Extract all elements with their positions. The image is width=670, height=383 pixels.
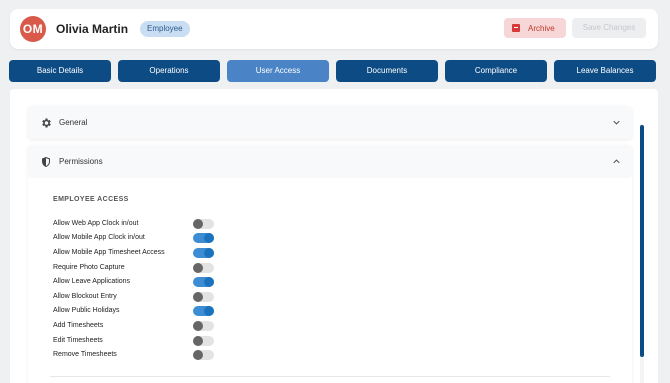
employee-name: Olivia Martin	[56, 22, 129, 36]
employee-access-heading: EMPLOYEE ACCESS	[53, 196, 129, 203]
permission-row: Edit Timesheets	[53, 336, 223, 348]
chevron-up-icon	[613, 159, 620, 164]
toggle-knob	[204, 233, 214, 243]
archive-icon	[512, 24, 520, 32]
save-changes-button[interactable]: Save Changes	[572, 18, 646, 38]
shield-icon	[42, 157, 50, 167]
user-access-panel: General Permissions EMPLOYEE ACCESS Allo…	[10, 89, 658, 383]
permission-label: Allow Web App Clock in/out	[53, 220, 139, 227]
permission-row: Add Timesheets	[53, 321, 223, 333]
permission-label: Allow Mobile App Timesheet Access	[53, 249, 165, 256]
permission-label: Allow Public Holidays	[53, 307, 120, 314]
permission-toggle[interactable]	[193, 219, 214, 229]
permission-toggle[interactable]	[193, 306, 214, 316]
permission-row: Allow Blockout Entry	[53, 292, 223, 304]
permission-label: Remove Timesheets	[53, 351, 117, 358]
tab-documents[interactable]: Documents	[336, 60, 438, 82]
toggle-knob	[193, 219, 203, 229]
scrollbar-thumb[interactable]	[640, 125, 644, 357]
permission-label: Edit Timesheets	[53, 337, 103, 344]
general-section-header[interactable]: General	[28, 106, 632, 139]
general-section-title: General	[59, 118, 88, 127]
archive-button[interactable]: Archive	[504, 18, 566, 38]
permission-label: Allow Mobile App Clock in/out	[53, 234, 145, 241]
tab-user-access[interactable]: User Access	[227, 60, 329, 82]
permission-toggle[interactable]	[193, 263, 214, 273]
toggle-knob	[193, 321, 203, 331]
gear-icon	[42, 118, 51, 128]
tab-operations[interactable]: Operations	[118, 60, 220, 82]
permission-toggle[interactable]	[193, 233, 214, 243]
permissions-section: Permissions EMPLOYEE ACCESS Allow Web Ap…	[28, 145, 632, 383]
permission-toggle[interactable]	[193, 292, 214, 302]
chevron-down-icon	[613, 120, 620, 125]
toggle-knob	[204, 277, 214, 287]
toggle-knob	[193, 292, 203, 302]
permission-row: Remove Timesheets	[53, 350, 223, 362]
toggle-knob	[193, 336, 203, 346]
permission-toggle[interactable]	[193, 248, 214, 258]
permission-row: Allow Public Holidays	[53, 306, 223, 318]
toggle-knob	[193, 263, 203, 273]
tab-leave-balances[interactable]: Leave Balances	[554, 60, 656, 82]
tab-compliance[interactable]: Compliance	[445, 60, 547, 82]
employee-header: OM Olivia Martin Employee Archive Save C…	[10, 9, 658, 49]
permission-label: Require Photo Capture	[53, 264, 125, 271]
avatar: OM	[20, 16, 46, 42]
role-badge: Employee	[140, 21, 190, 37]
permission-label: Allow Leave Applications	[53, 278, 131, 285]
toggle-knob	[204, 306, 214, 316]
permission-toggle[interactable]	[193, 321, 214, 331]
permission-row: Allow Web App Clock in/out	[53, 219, 223, 231]
tab-bar: Basic Details Operations User Access Doc…	[9, 60, 659, 82]
toggle-knob	[204, 248, 214, 258]
permission-row: Allow Mobile App Timesheet Access	[53, 248, 223, 260]
archive-label: Archive	[528, 23, 555, 33]
section-divider	[50, 376, 610, 377]
permission-row: Allow Leave Applications	[53, 277, 223, 289]
permissions-section-header[interactable]: Permissions	[28, 145, 632, 178]
permission-label: Allow Blockout Entry	[53, 293, 117, 300]
tab-basic-details[interactable]: Basic Details	[9, 60, 111, 82]
permission-toggle[interactable]	[193, 277, 214, 287]
permissions-section-title: Permissions	[59, 157, 103, 166]
permission-row: Allow Mobile App Clock in/out	[53, 233, 223, 245]
toggle-knob	[193, 350, 203, 360]
permission-row: Require Photo Capture	[53, 263, 223, 275]
permission-toggle[interactable]	[193, 350, 214, 360]
general-section: General	[28, 106, 632, 139]
permission-toggle[interactable]	[193, 336, 214, 346]
permission-label: Add Timesheets	[53, 322, 104, 329]
